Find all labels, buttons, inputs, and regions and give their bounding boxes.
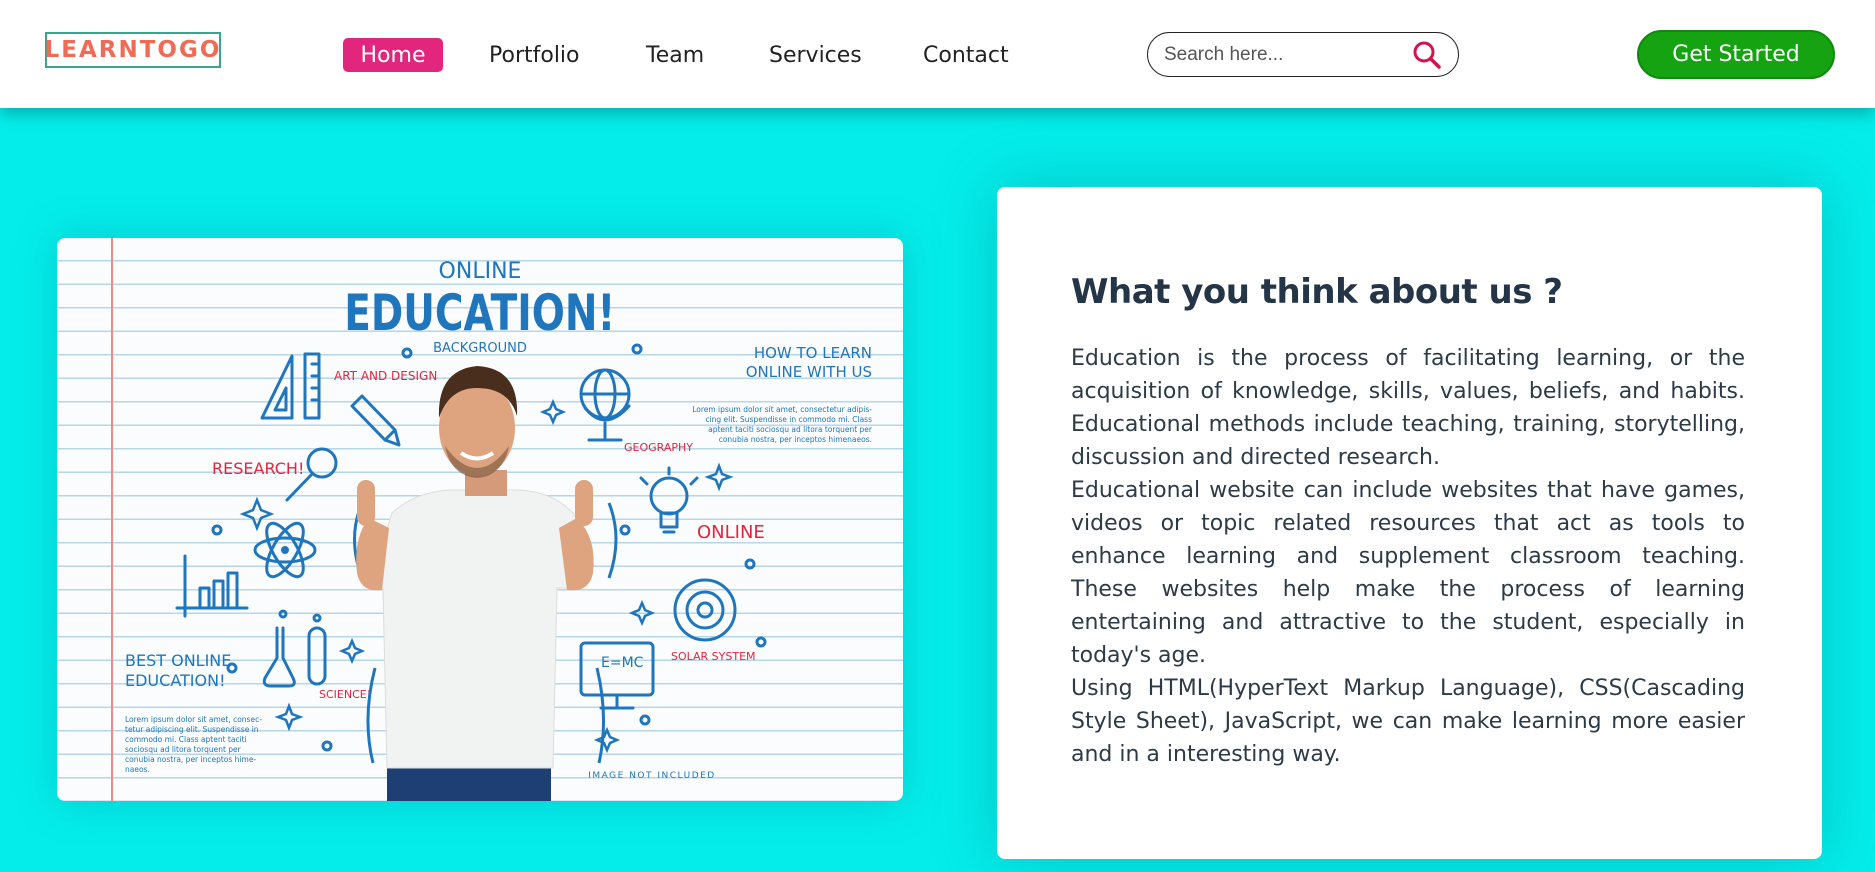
search-icon[interactable] — [1412, 40, 1442, 70]
test-tubes-icon — [262, 609, 327, 688]
how-to-learn-label-1: HOW TO LEARN — [754, 344, 872, 362]
bar-chart-icon — [175, 554, 249, 618]
get-started-button[interactable]: Get Started — [1637, 30, 1835, 79]
how-to-learn-label-2: ONLINE WITH US — [746, 363, 872, 381]
ruler-icon — [260, 352, 321, 420]
sparkle-icon — [338, 637, 366, 665]
about-paragraph: Education is the process of facilitating… — [1071, 346, 1745, 470]
sparkle-icon — [274, 702, 304, 732]
svg-text:conubia nostra, per inceptos h: conubia nostra, per inceptos himenaeos. — [719, 435, 872, 444]
sparkle-icon — [704, 462, 734, 492]
top-navbar: LEARNTOGO Home Portfolio Team Services C… — [0, 0, 1875, 108]
svg-text:naeos.: naeos. — [125, 765, 150, 774]
globe-icon — [579, 368, 631, 442]
svg-text:conubia nostra, per inceptos h: conubia nostra, per inceptos hime- — [125, 755, 256, 764]
dot-icon — [631, 343, 643, 355]
lightbulb-icon — [639, 466, 699, 534]
svg-text:commodo mi. Class aptent tacit: commodo mi. Class aptent taciti — [125, 735, 247, 744]
sparkle-icon — [239, 496, 275, 532]
svg-text:cing elit. Suspendisse in comm: cing elit. Suspendisse in commodo mi. Cl… — [705, 415, 872, 424]
education-doodles: ONLINE EDUCATION! BACKGROUND ART AND DES… — [111, 238, 873, 801]
online-education-illustration: ONLINE EDUCATION! BACKGROUND ART AND DES… — [57, 238, 903, 801]
dot-icon — [619, 524, 631, 536]
dot-icon — [401, 347, 413, 359]
brand-logo[interactable]: LEARNTOGO — [45, 32, 221, 68]
dot-icon — [211, 524, 223, 536]
svg-text:aptent taciti sociosqu ad lito: aptent taciti sociosqu ad litora torquen… — [708, 425, 873, 434]
search-input[interactable] — [1162, 41, 1416, 69]
education-heading: EDUCATION! — [344, 283, 615, 342]
about-body: Education is the process of facilitating… — [1071, 342, 1745, 771]
svg-text:tetur adipiscing elit. Suspend: tetur adipiscing elit. Suspendisse in — [125, 725, 259, 734]
svg-text:Lorem ipsum dolor sit amet, co: Lorem ipsum dolor sit amet, consectetur … — [692, 405, 872, 414]
about-card: What you think about us ? Education is t… — [997, 187, 1822, 859]
science-label: SCIENCE! — [319, 688, 371, 701]
image-not-included-label: IMAGE NOT INCLUDED — [588, 771, 716, 781]
sparkle-icon — [539, 398, 567, 426]
pencil-icon — [350, 394, 401, 447]
dot-icon — [639, 714, 651, 726]
dot-icon — [226, 662, 238, 674]
research-label: RESEARCH! — [212, 459, 304, 478]
dot-icon — [744, 558, 756, 570]
svg-text:Lorem ipsum dolor sit amet, co: Lorem ipsum dolor sit amet, consec- — [125, 715, 262, 724]
background-subheading: BACKGROUND — [433, 341, 527, 356]
nav-portfolio[interactable]: Portfolio — [489, 38, 580, 72]
solar-system-label: SOLAR SYSTEM — [671, 650, 756, 663]
sparkle-icon — [628, 599, 656, 627]
lorem-left-text: Lorem ipsum dolor sit amet, consec- tetu… — [125, 715, 262, 774]
online-heading: ONLINE — [439, 259, 522, 284]
dot-icon — [755, 636, 767, 648]
monitor-icon — [579, 641, 655, 710]
emc2-label: E=MC — [601, 655, 644, 671]
nav-services[interactable]: Services — [769, 38, 862, 72]
svg-text:sociosqu ad litora torquent pe: sociosqu ad litora torquent per — [125, 745, 242, 754]
best-online-label-2: EDUCATION! — [125, 671, 225, 690]
best-online-label-1: BEST ONLINE — [125, 651, 231, 670]
art-and-design-label: ART AND DESIGN — [334, 369, 437, 383]
atom-icon — [253, 521, 317, 579]
about-paragraph: Educational website can include websites… — [1071, 478, 1745, 668]
about-paragraph: Using HTML(HyperText Markup Language), C… — [1071, 676, 1745, 767]
geography-label: GEOGRAPHY — [624, 441, 693, 454]
nav-team[interactable]: Team — [646, 38, 704, 72]
solar-system-icon — [673, 578, 737, 642]
dot-icon — [321, 740, 333, 752]
about-title: What you think about us ? — [1071, 272, 1563, 312]
online-side-label: ONLINE — [697, 522, 765, 543]
sparkle-icon — [593, 726, 621, 754]
nav-contact[interactable]: Contact — [923, 38, 1009, 72]
lorem-right-text: Lorem ipsum dolor sit amet, consectetur … — [692, 405, 873, 444]
search-bar — [1147, 32, 1459, 77]
nav-home[interactable]: Home — [343, 38, 443, 72]
